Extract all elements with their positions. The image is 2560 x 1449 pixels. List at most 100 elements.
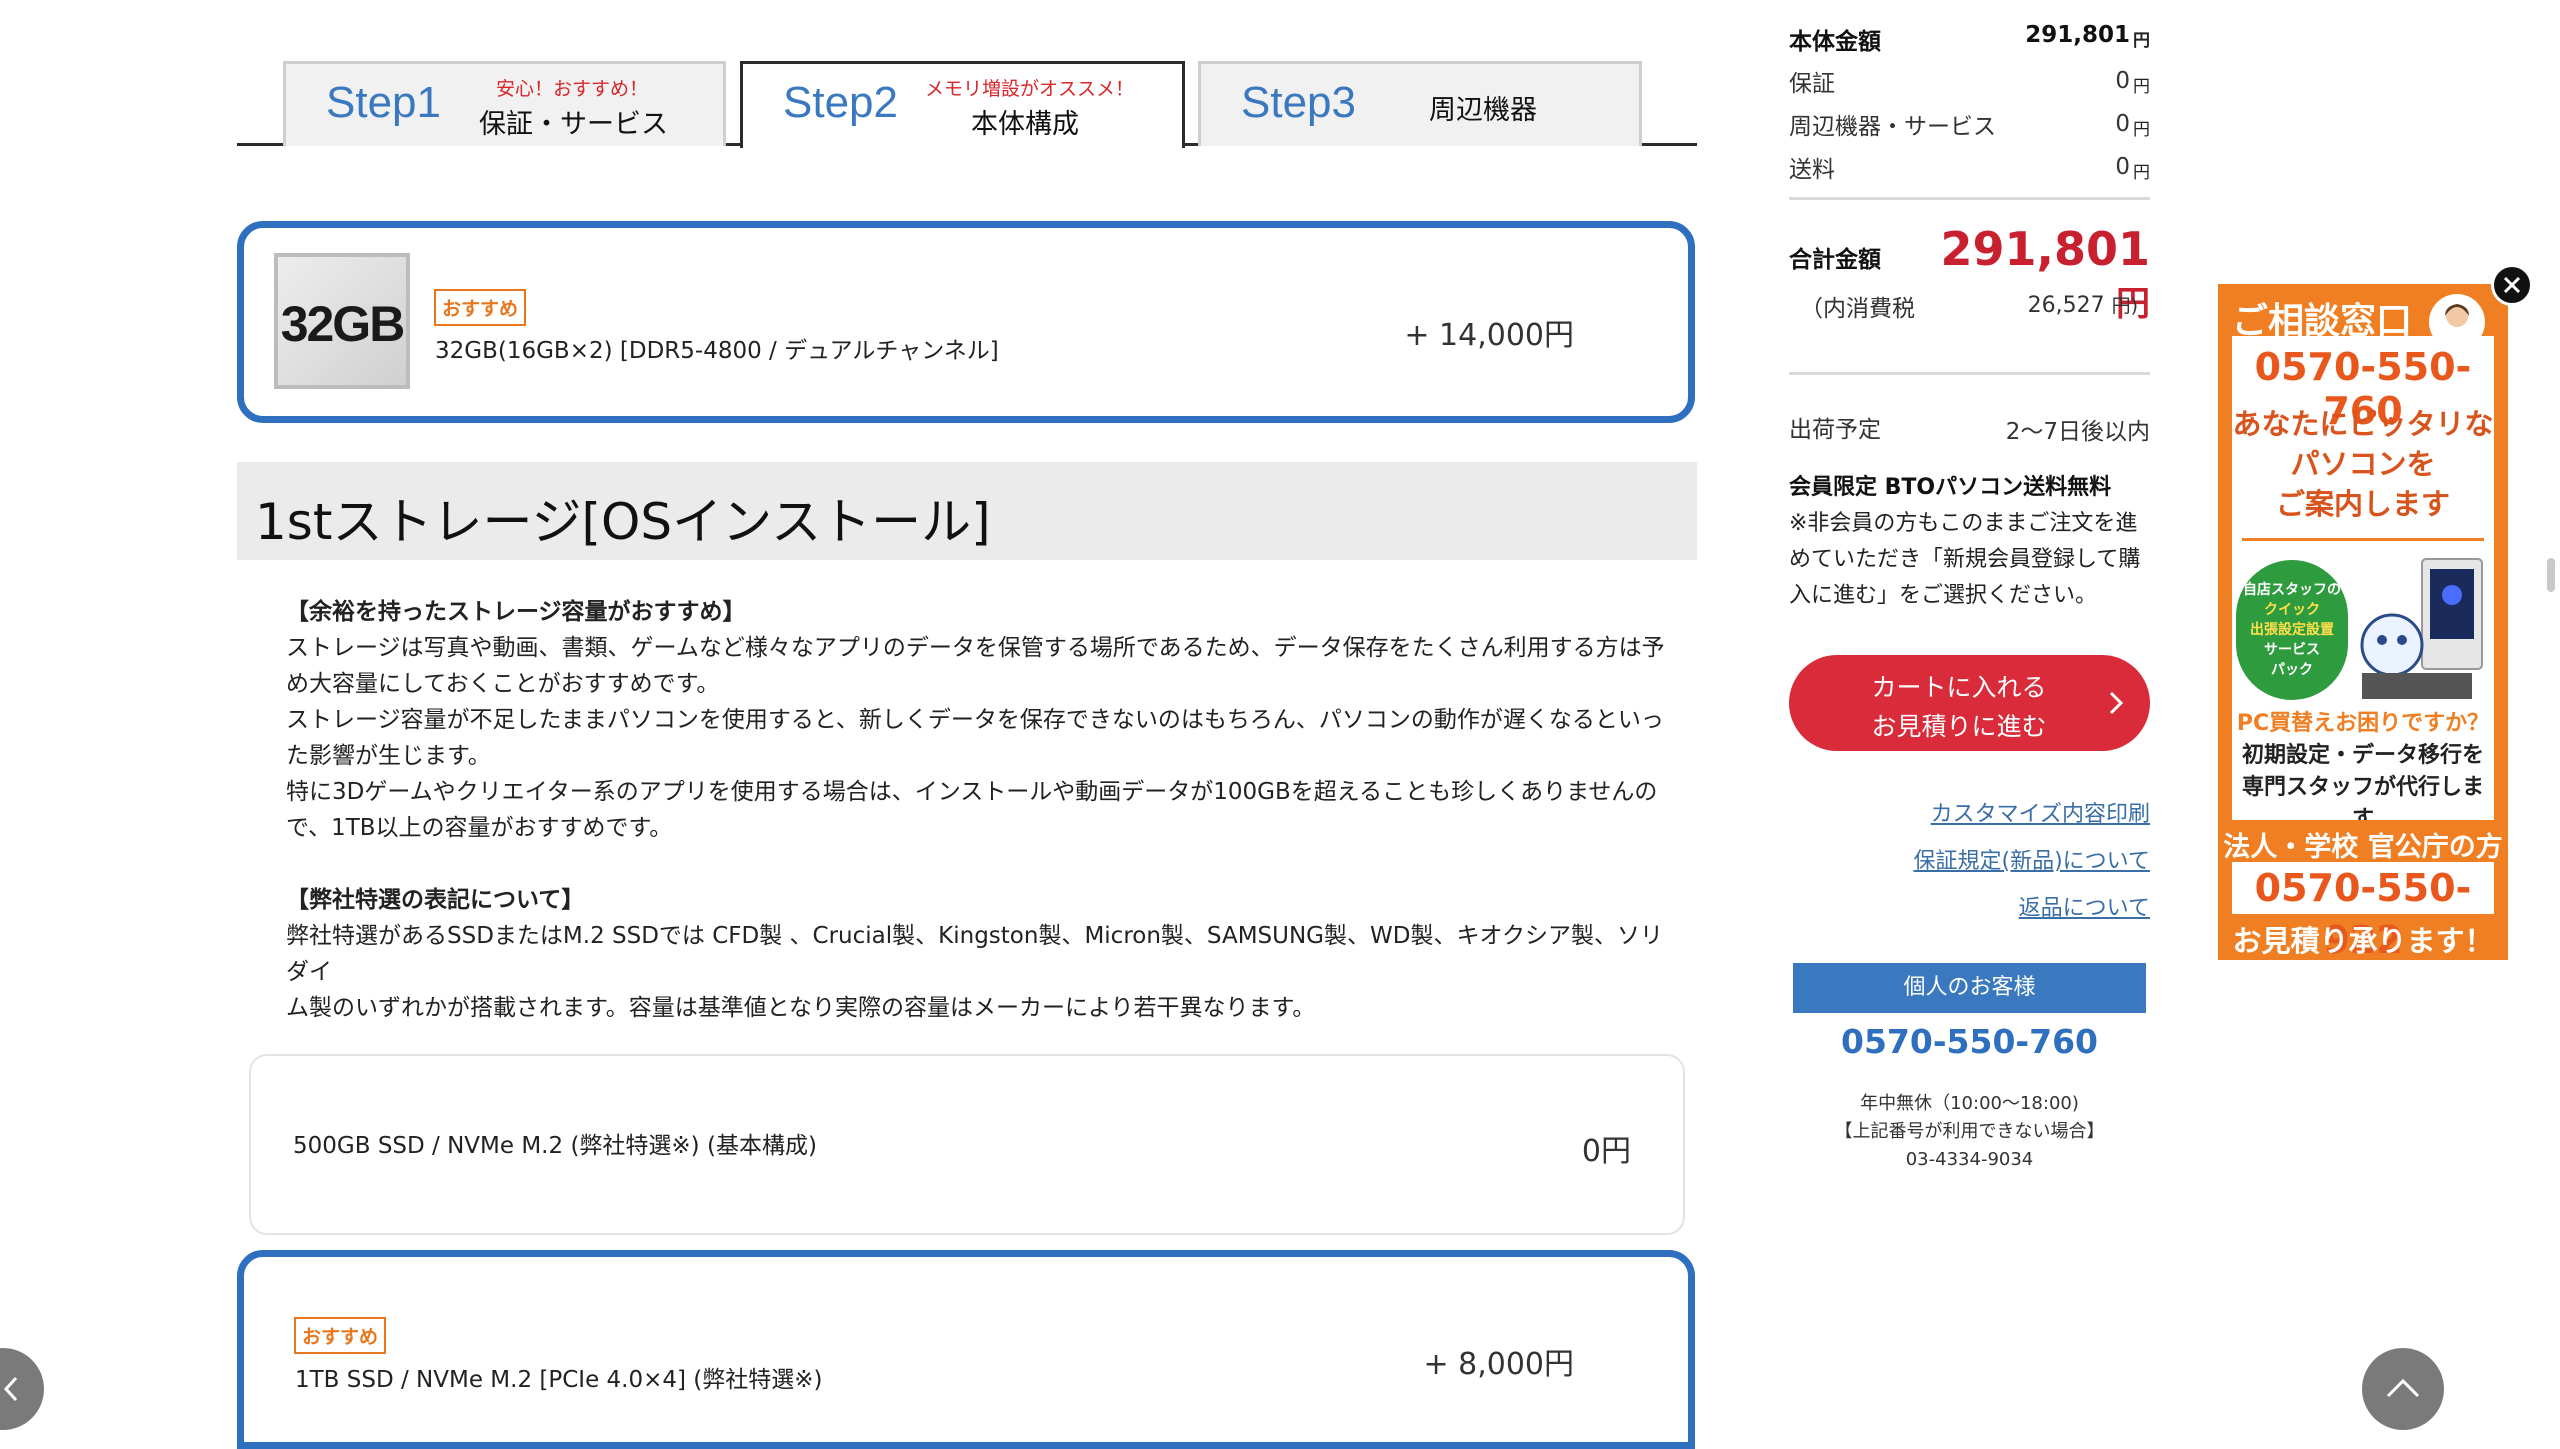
storage-description: 【余裕を持ったストレージ容量がおすすめ】 ストレージは写真や動画、書類、ゲームな…	[286, 594, 1666, 1026]
step-title: 保証・サービス	[479, 109, 668, 140]
add-to-cart-button[interactable]: カートに入れる お見積りに進む	[1789, 655, 2150, 751]
desc-title: 【弊社特選の表記について】	[286, 887, 585, 913]
member-line: 入に進む」をご選択ください。	[1789, 583, 2098, 608]
tab-step3[interactable]: Step3 周辺機器	[1198, 61, 1642, 146]
summary-unit: 円	[2133, 31, 2150, 51]
summary-row: 本体金額 291,801 円	[1789, 18, 2150, 62]
summary-value: 291,801	[2025, 22, 2130, 48]
summary-row: 送料 0 円	[1789, 148, 2150, 191]
price-summary: 本体金額 291,801 円 保証 0 円 周辺機器・サービス 0 円 送料 0…	[1789, 18, 2150, 191]
step-title: 本体構成	[971, 109, 1079, 140]
tax-value: 26,527	[2027, 293, 2105, 318]
total-value: 291,801	[1940, 222, 2150, 276]
pc-mascot-illustration	[2360, 558, 2483, 699]
step-number: Step2	[783, 78, 898, 127]
banner-line: あなたにピッタリな	[2232, 407, 2494, 441]
desc-line: 弊社特選があるSSDまたはM.2 SSDでは CFD製 、Crucial製、Ki…	[286, 923, 1663, 985]
summary-label: 保証	[1789, 71, 1835, 97]
chevron-right-icon	[2109, 691, 2124, 715]
returns-link[interactable]: 返品について	[1800, 890, 2150, 922]
storage-option-1tb[interactable]: おすすめ 1TB SSD / NVMe M.2 [PCIe 4.0×4] (弊社…	[237, 1250, 1695, 1449]
memory-option-selected[interactable]: 32GB おすすめ 32GB(16GB×2) [DDR5-4800 / デュアル…	[237, 221, 1695, 423]
member-title: 会員限定 BTOパソコン送料無料	[1789, 475, 2112, 500]
contact-hours: 年中無休（10:00〜18:00)	[1860, 1093, 2079, 1114]
tax-unit: 円)	[2111, 295, 2138, 317]
option-price: 0円	[1581, 1134, 1631, 1169]
summary-unit: 円	[2133, 163, 2150, 183]
warranty-link[interactable]: 保証規定(新品)について	[1800, 843, 2150, 875]
banner-sub-line: 初期設定・データ移行を	[2241, 743, 2484, 768]
option-price: + 14,000円	[1404, 318, 1574, 353]
pack-line: パック	[2271, 662, 2313, 678]
service-pack-badge: 自店スタッフの クイック 出張設定設置 サービス パック	[2236, 560, 2348, 700]
desc-line: た影響が生じます。	[286, 743, 491, 769]
summary-unit: 円	[2133, 77, 2150, 97]
contact-alt-phone: 03-4334-9034	[1905, 1149, 2034, 1170]
close-icon	[2503, 276, 2521, 294]
memory-thumbnail-label: 32GB	[280, 296, 406, 352]
divider	[1789, 197, 2150, 200]
tax-amount: 26,527 円)	[1990, 291, 2138, 318]
member-line: ※非会員の方もこのままご注文を進	[1789, 511, 2138, 536]
tab-step1[interactable]: Step1 安心！おすすめ！ 保証・サービス	[283, 61, 726, 146]
member-notice: 会員限定 BTOパソコン送料無料 ※非会員の方もこのままご注文を進 めていただき…	[1789, 470, 2154, 614]
memory-thumbnail: 32GB	[274, 253, 410, 389]
summary-unit: 円	[2133, 120, 2150, 140]
chevron-left-icon	[3, 1376, 18, 1402]
tax-label: （内消費税	[1800, 296, 1915, 322]
banner-line: パソコンを	[2290, 447, 2436, 481]
recommend-badge: おすすめ	[294, 1317, 387, 1354]
prev-button[interactable]	[0, 1348, 44, 1430]
contact-header: 個人のお客様	[1793, 963, 2146, 1013]
summary-value: 0	[2115, 111, 2130, 137]
banner-corp-phone: 0570-550-922	[2232, 862, 2494, 962]
banner-corp-note: お見積り承ります！	[2232, 924, 2494, 958]
option-name: 1TB SSD / NVMe M.2 [PCIe 4.0×4] (弊社特選※)	[295, 1367, 823, 1393]
summary-value: 0	[2115, 68, 2130, 94]
summary-value: 0	[2115, 154, 2130, 180]
banner-message: あなたにピッタリな パソコンを ご案内します	[2232, 404, 2494, 524]
scroll-to-top-button[interactable]	[2362, 1348, 2444, 1430]
summary-label: 周辺機器・サービス	[1789, 114, 1996, 140]
desc-line: 特に3Dゲームやクリエイター系のアプリを使用する場合は、インストールや動画データ…	[286, 779, 1658, 805]
desc-line: ストレージ容量が不足したままパソコンを使用すると、新しくデータを保存できないのは…	[286, 707, 1664, 733]
summary-label: 本体金額	[1789, 29, 1881, 55]
section-heading: 1stストレージ[OSインストール]	[237, 462, 1697, 560]
tab-step2[interactable]: Step2 メモリ増設がオススメ！ 本体構成	[740, 61, 1185, 148]
scrollbar-thumb[interactable]	[2547, 558, 2555, 592]
desc-line: ム製のいずれかが搭載されます。容量は基準値となり実際の容量はメーカーにより若干異…	[286, 995, 1316, 1021]
step-subtitle: 安心！おすすめ！	[496, 78, 649, 100]
pack-line: 出張設定設置	[2250, 622, 2334, 638]
chevron-up-icon	[2386, 1378, 2420, 1398]
summary-row: 保証 0 円	[1789, 62, 2150, 105]
summary-row: 周辺機器・サービス 0 円	[1789, 105, 2150, 148]
banner-divider	[2242, 538, 2484, 541]
section-title: 1stストレージ[OSインストール]	[255, 493, 991, 551]
step-subtitle: メモリ増設がオススメ！	[925, 78, 1135, 100]
banner-question: PC買替えお困りですか？	[2236, 711, 2490, 736]
banner-line: ご案内します	[2275, 487, 2450, 521]
print-customization-link[interactable]: カスタマイズ内容印刷	[1800, 796, 2150, 828]
storage-option-500gb[interactable]: 500GB SSD / NVMe M.2 (弊社特選※) (基本構成) 0円	[249, 1054, 1685, 1235]
contact-phone[interactable]: 0570-550-760	[1793, 1022, 2146, 1061]
desc-line: め大容量にしておくことがおすすめです。	[286, 671, 720, 697]
cart-button-line1: カートに入れる	[1871, 673, 2047, 702]
pack-line: サービス	[2264, 642, 2320, 658]
member-line: めていただき「新規会員登録して購	[1789, 547, 2141, 572]
desc-line: で、1TB以上の容量がおすすめです。	[286, 815, 673, 841]
pack-line: クイック	[2264, 602, 2320, 618]
banner-close-button[interactable]	[2491, 264, 2533, 306]
desc-title: 【余裕を持ったストレージ容量がおすすめ】	[286, 599, 746, 625]
contact-note: 【上記番号が利用できない場合】	[1834, 1121, 2105, 1142]
ship-label: 出荷予定	[1789, 417, 1881, 443]
option-name: 32GB(16GB×2) [DDR5-4800 / デュアルチャンネル]	[435, 338, 999, 364]
desc-line: ストレージは写真や動画、書類、ゲームなど様々なアプリのデータを保管する場所である…	[286, 635, 1665, 661]
ship-value: 2〜7日後以内	[2005, 419, 2150, 445]
recommend-badge: おすすめ	[434, 289, 527, 326]
desc-spacer	[286, 846, 1666, 882]
total-label: 合計金額	[1789, 247, 1881, 273]
step-title: 周辺機器	[1429, 95, 1537, 126]
banner-corp-title: 法人・学校 官公庁の方	[2223, 832, 2503, 863]
step-number: Step3	[1241, 78, 1356, 127]
step-number: Step1	[326, 78, 441, 127]
